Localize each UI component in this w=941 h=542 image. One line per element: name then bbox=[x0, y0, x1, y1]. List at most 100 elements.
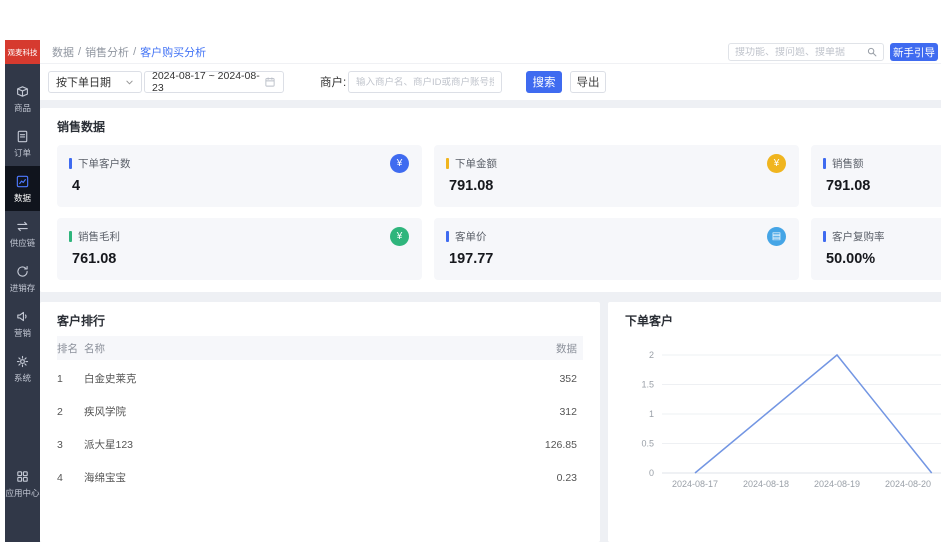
accent-bar bbox=[69, 231, 72, 242]
stat-cards: 下单客户数 ¥ 4 下单金额 ¥ 791.08 销售额 791.08 销售毛利 … bbox=[57, 145, 941, 280]
stat-card-avg-order-value: 客单价 ▤ 197.77 bbox=[434, 218, 799, 280]
gear-icon bbox=[15, 354, 30, 369]
stat-card-title: 客户复购率 bbox=[832, 229, 885, 244]
sidebar-item-label: 营销 bbox=[14, 327, 31, 339]
apps-grid-icon bbox=[15, 469, 30, 484]
calendar-icon bbox=[264, 76, 276, 88]
table-row: 1 白金史莱克 352 bbox=[57, 362, 583, 395]
sidebar: 观麦科技 商品 订单 数据 bbox=[5, 40, 40, 542]
sidebar-item-inventory[interactable]: 进销存 bbox=[5, 256, 40, 301]
bar-track bbox=[137, 503, 553, 518]
breadcrumb-item-sales-analysis[interactable]: 销售分析 bbox=[85, 44, 129, 60]
table-row: 4 海绵宝宝 0.23 bbox=[57, 461, 583, 494]
name-cell: 白金史莱克 bbox=[84, 371, 137, 386]
table-row: 2 疾风学院 312 bbox=[57, 395, 583, 428]
sidebar-item-label: 进销存 bbox=[10, 282, 36, 294]
rank-cell: 2 bbox=[57, 406, 84, 418]
panel-title: 客户排行 bbox=[57, 312, 105, 329]
stat-card-title: 销售额 bbox=[832, 156, 864, 171]
ranking-rows: 1 白金史莱克 352 2 疾风学院 312 3 派大星123 126.85 4… bbox=[57, 362, 583, 527]
sidebar-item-system[interactable]: 系统 bbox=[5, 346, 40, 391]
supply-arrows-icon bbox=[15, 219, 30, 234]
stat-card-sales-amount: 销售额 791.08 bbox=[811, 145, 941, 207]
logo: 观麦科技 bbox=[5, 40, 40, 64]
value-column-header: 数据 bbox=[507, 341, 577, 356]
line-chart: 00.511.522024-08-172024-08-182024-08-192… bbox=[612, 335, 941, 495]
sidebar-item-label: 订单 bbox=[14, 147, 31, 159]
currency-badge-icon: ¥ bbox=[767, 154, 786, 173]
search-button[interactable]: 搜索 bbox=[526, 71, 562, 93]
sidebar-item-data[interactable]: 数据 bbox=[5, 166, 40, 211]
search-icon[interactable] bbox=[866, 46, 878, 58]
rank-cell: 3 bbox=[57, 439, 84, 451]
stat-card-title: 下单金额 bbox=[455, 156, 497, 171]
chevron-down-icon bbox=[125, 78, 134, 87]
stat-card-value: 4 bbox=[72, 178, 80, 194]
stat-card-gross-profit: 销售毛利 ¥ 761.08 bbox=[57, 218, 422, 280]
sidebar-nav: 商品 订单 数据 供应链 bbox=[5, 76, 40, 391]
stat-card-value: 50.00% bbox=[826, 251, 875, 267]
value-cell: 352 bbox=[507, 373, 577, 385]
date-range-input[interactable]: 2024-08-17 ~ 2024-08-23 bbox=[144, 71, 284, 93]
goods-box-icon bbox=[15, 84, 30, 99]
value-cell: 312 bbox=[507, 406, 577, 418]
sidebar-item-app-center[interactable]: 应用中心 bbox=[5, 464, 40, 504]
name-cell: 派大星123 bbox=[84, 437, 137, 452]
marketing-speaker-icon bbox=[15, 309, 30, 324]
data-chart-icon bbox=[15, 174, 30, 189]
date-type-select[interactable]: 按下单日期 bbox=[48, 71, 142, 93]
bar-track bbox=[137, 404, 553, 419]
ranking-table-header: 排名 名称 数据 bbox=[57, 336, 583, 360]
sidebar-item-label: 应用中心 bbox=[5, 487, 39, 499]
global-search-input[interactable] bbox=[729, 47, 866, 58]
sidebar-item-label: 供应链 bbox=[10, 237, 36, 249]
merchant-label: 商户: bbox=[320, 71, 346, 93]
sidebar-item-orders[interactable]: 订单 bbox=[5, 121, 40, 166]
topbar: 数据 / 销售分析 / 客户购买分析 新手引导 bbox=[40, 40, 941, 64]
svg-text:2024-08-17: 2024-08-17 bbox=[672, 479, 718, 489]
merchant-search-input[interactable] bbox=[349, 77, 501, 88]
beginner-guide-button[interactable]: 新手引导 bbox=[890, 43, 938, 61]
svg-text:1: 1 bbox=[649, 409, 654, 419]
svg-text:1.5: 1.5 bbox=[641, 380, 654, 390]
order-list-icon bbox=[15, 129, 30, 144]
currency-badge-icon: ¥ bbox=[390, 154, 409, 173]
accent-bar bbox=[823, 158, 826, 169]
svg-text:2: 2 bbox=[649, 350, 654, 360]
bar-track bbox=[137, 371, 553, 386]
rank-cell: 1 bbox=[57, 373, 84, 385]
svg-text:2024-08-19: 2024-08-19 bbox=[814, 479, 860, 489]
merchant-search-field bbox=[348, 71, 502, 93]
sidebar-item-marketing[interactable]: 营销 bbox=[5, 301, 40, 346]
stat-card-value: 791.08 bbox=[449, 178, 493, 194]
table-row-partial bbox=[57, 494, 583, 527]
stat-card-title: 下单客户数 bbox=[78, 156, 131, 171]
table-row: 3 派大星123 126.85 bbox=[57, 428, 583, 461]
stat-card-title: 客单价 bbox=[455, 229, 487, 244]
date-type-label: 按下单日期 bbox=[56, 74, 111, 90]
value-cell: 0.23 bbox=[507, 472, 577, 484]
global-search bbox=[728, 43, 884, 61]
breadcrumb-separator: / bbox=[133, 46, 136, 58]
sidebar-item-label: 商品 bbox=[14, 102, 31, 114]
stat-card-value: 761.08 bbox=[72, 251, 116, 267]
panel-title: 销售数据 bbox=[57, 118, 105, 135]
sidebar-item-label: 数据 bbox=[14, 192, 31, 204]
accent-bar bbox=[446, 231, 449, 242]
breadcrumb: 数据 / 销售分析 / 客户购买分析 bbox=[52, 40, 206, 64]
svg-text:2024-08-18: 2024-08-18 bbox=[743, 479, 789, 489]
bar-track bbox=[137, 470, 553, 485]
inventory-refresh-icon bbox=[15, 264, 30, 279]
sales-data-panel: 销售数据 下单客户数 ¥ 4 下单金额 ¥ 791.08 销售额 791.08 … bbox=[40, 108, 941, 292]
name-cell: 海绵宝宝 bbox=[84, 470, 137, 485]
filter-bar: 按下单日期 2024-08-17 ~ 2024-08-23 商户: 搜索 导出 bbox=[40, 64, 941, 100]
export-button[interactable]: 导出 bbox=[570, 71, 606, 93]
breadcrumb-item-data[interactable]: 数据 bbox=[52, 44, 74, 60]
rank-cell: 4 bbox=[57, 472, 84, 484]
document-badge-icon: ▤ bbox=[767, 227, 786, 246]
sidebar-item-goods[interactable]: 商品 bbox=[5, 76, 40, 121]
stat-card-value: 197.77 bbox=[449, 251, 493, 267]
sidebar-item-supply-chain[interactable]: 供应链 bbox=[5, 211, 40, 256]
sidebar-item-label: 系统 bbox=[14, 372, 31, 384]
stat-card-order-customers: 下单客户数 ¥ 4 bbox=[57, 145, 422, 207]
